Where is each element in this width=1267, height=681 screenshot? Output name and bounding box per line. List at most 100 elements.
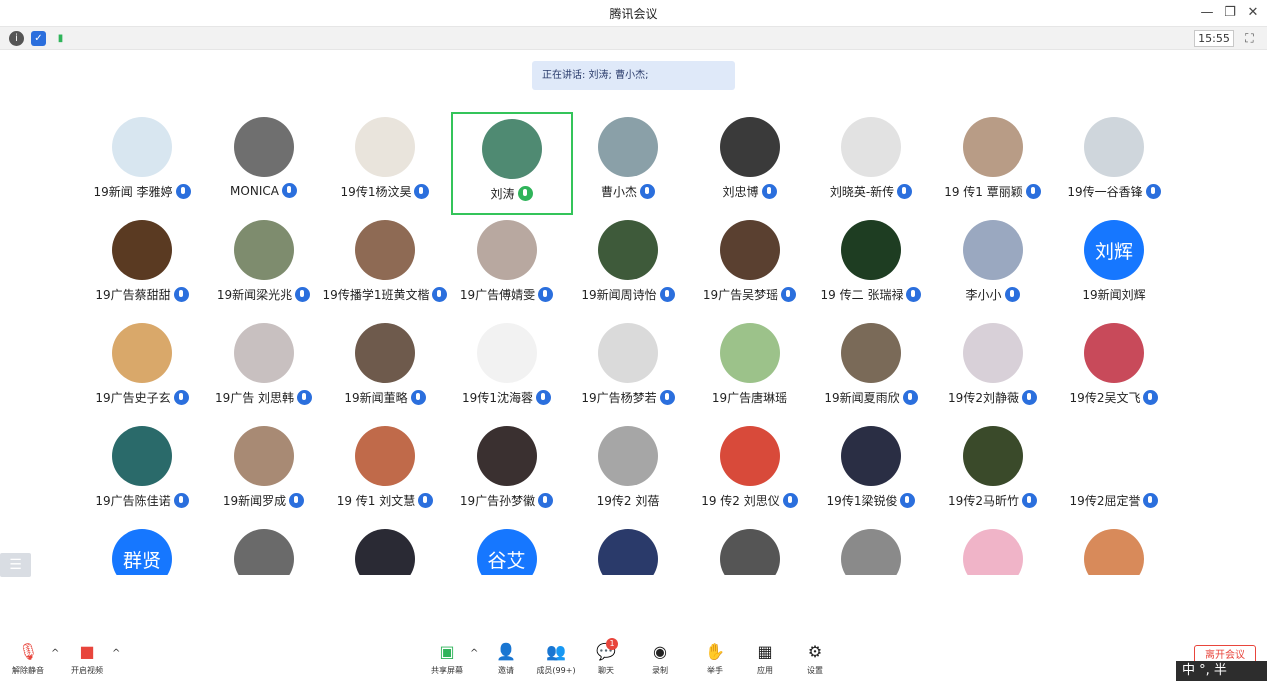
minimize-button[interactable]: — [1198,4,1216,22]
start-video-label: 开启视频 [71,666,103,675]
info-icon[interactable]: i [9,31,24,46]
participant-name: 19新闻罗成 [222,494,287,508]
invite-button[interactable]: 👤 邀请 [484,642,528,676]
participant-tile[interactable] [324,517,446,575]
invite-label: 邀请 [498,666,514,675]
avatar [233,220,294,280]
avatar [598,220,658,280]
avatar [962,117,1023,177]
close-button[interactable]: ✕ [1244,4,1262,22]
participant-tile[interactable] [203,517,325,575]
avatar: 刘辉 [1084,220,1144,280]
avatar [233,323,294,383]
participant-tile[interactable] [567,517,689,575]
invite-user-icon: 👤 [496,642,516,661]
avatar [962,529,1023,575]
chat-badge: 1 [606,638,618,650]
participant-tile[interactable]: 群贤 [81,517,203,575]
participant-tile[interactable]: 刘辉 19新闻刘辉 [1053,208,1175,311]
avatar [233,426,294,486]
participant-tile[interactable]: 19传2吴文飞 [1053,311,1175,414]
participant-name: 19 传二 张瑞禄 [820,288,904,302]
avatar [1084,323,1144,383]
speaking-indicator: 正在讲话: 刘涛; 曹小杰; [532,61,735,90]
fullscreen-icon[interactable]: ⛶ [1242,31,1257,46]
microphone-icon [897,184,913,199]
apps-grid-icon: ▦ [757,642,773,661]
microphone-icon [1143,493,1159,508]
video-options-chevron-icon[interactable]: ^ [112,648,120,659]
unmute-button[interactable]: 🎙 解除静音 [6,642,50,676]
apps-button[interactable]: ▦ 应用 [743,642,787,676]
participant-name: 19广告史子玄 [95,391,171,405]
participant-name: 19广告吴梦瑶 [702,288,779,302]
ime-status-bar[interactable]: 中 °, 半 [1176,661,1267,681]
participant-name: 19传1沈海蓉 [462,391,533,405]
participant-name-row: 19传一谷香锋 [1033,183,1195,200]
participant-name: 19新闻夏雨欣 [824,391,900,405]
participant-tile[interactable] [932,517,1054,575]
avatar [598,323,658,383]
raise-hand-label: 举手 [707,666,723,675]
participant-name: 19新闻 李雅婷 [93,185,173,199]
participant-name-row: 19新闻刘辉 [1033,286,1195,303]
participant-tile[interactable] [689,517,811,575]
share-options-chevron-icon[interactable]: ^ [470,648,478,659]
meeting-toolbar: 🎙 解除静音 ^ ■ 开启视频 ^ ▣ 共享屏幕 ^ 👤 邀请 👥 成员(99+… [0,636,1267,681]
participant-grid: 19新闻 李雅婷 MONICA 19传1杨汶昊 刘涛 曹小杰 刘忠博 刘晓英-新传 19 传1… [0,105,1267,575]
restore-button[interactable]: ❐ [1221,4,1239,22]
participant-name: 19广告傅婧雯 [459,288,536,302]
participant-name: 李小小 [965,288,1002,302]
participant-name: 19传一谷香锋 [1067,185,1143,199]
participant-name: 19新闻董略 [344,391,408,405]
avatar [1084,529,1144,575]
avatar [962,323,1023,383]
raise-hand-button[interactable]: ✋ 举手 [693,642,737,676]
avatar [355,529,415,575]
avatar [1084,426,1144,486]
start-video-button[interactable]: ■ 开启视频 [65,642,109,676]
chat-button[interactable]: 💬 1 聊天 [584,638,628,676]
participant-name: 19传2屈定誉 [1069,494,1141,508]
participant-name: 19新闻梁光兆 [216,288,293,302]
avatar [355,117,415,177]
avatar [841,529,901,575]
participant-tile[interactable]: 19传一谷香锋 [1053,105,1175,208]
participant-tile[interactable]: 19传2屈定誉 [1053,414,1175,517]
participant-name: 19广告 刘思韩 [214,391,295,405]
participant-tile[interactable] [1053,517,1175,575]
avatar [1084,117,1144,177]
avatar [598,117,658,177]
avatar [112,323,172,383]
share-screen-button[interactable]: ▣ 共享屏幕 [425,642,469,676]
participant-tile[interactable]: 谷艾 [446,517,568,575]
avatar [719,117,780,177]
avatar [719,220,780,280]
participant-name: 19 传1 刘文慧 [336,494,416,508]
participant-tile[interactable] [810,517,932,575]
avatar [598,529,658,575]
record-button[interactable]: ◉ 录制 [638,642,682,676]
list-view-icon[interactable]: ☰ [0,553,31,577]
shield-icon[interactable]: ✓ [31,31,46,46]
settings-button[interactable]: ⚙ 设置 [793,642,837,676]
avatar [355,426,415,486]
audio-options-chevron-icon[interactable]: ^ [51,648,59,659]
members-label: 成员(99+) [536,666,576,675]
meeting-info-bar: i ✓ ▮ 15:55 ⛶ [0,26,1267,50]
title-bar: 腾讯会议 — ❐ ✕ [0,0,1267,26]
hand-icon: ✋ [705,642,725,661]
participant-name: 19传2吴文飞 [1069,391,1141,405]
avatar: 群贤 [112,529,172,575]
microphone-icon [517,186,533,201]
members-button[interactable]: 👥 成员(99+) [534,642,578,676]
avatar [719,426,780,486]
meeting-time: 15:55 [1194,30,1234,47]
video-off-icon: ■ [79,642,95,661]
participant-name: 19传2刘静薇 [948,391,1019,405]
microphone-icon [1145,184,1161,199]
participant-tile[interactable]: 19传1杨汶昊 [324,105,446,208]
participant-name: 刘涛 [490,187,515,201]
signal-icon[interactable]: ▮ [53,31,68,46]
participant-name: 19新闻刘辉 [1082,288,1146,302]
